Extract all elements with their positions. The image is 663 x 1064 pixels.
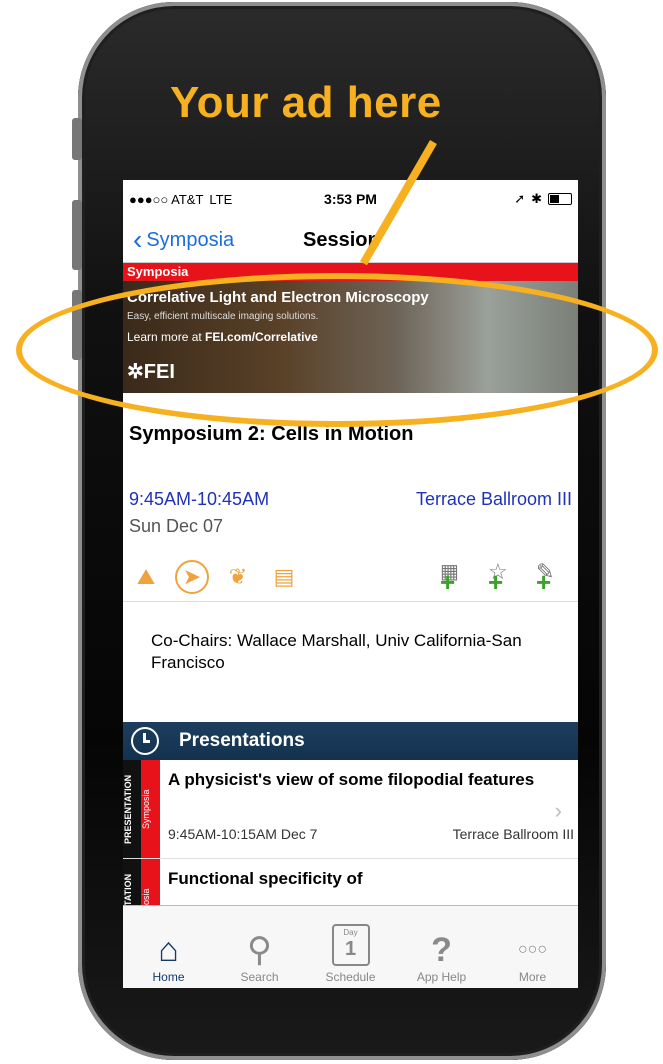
home-icon: ⌂	[158, 931, 179, 969]
clock-icon	[131, 727, 159, 755]
help-icon: ?	[431, 931, 452, 969]
silent-switch	[72, 118, 82, 160]
add-to-schedule-icon[interactable]: ▦ +	[440, 559, 476, 595]
calendar-icon: Day 1	[331, 924, 370, 966]
list-item[interactable]: PRESENTATION Symposia A physicist's view…	[123, 760, 578, 859]
presentations-header: Presentations	[123, 722, 578, 760]
presentation-title: A physicist's view of some filopodial fe…	[168, 770, 535, 789]
add-note-icon[interactable]: ✎ +	[536, 559, 572, 595]
tab-label: Search	[240, 970, 279, 984]
speakers-icon[interactable]: ❦	[221, 560, 255, 594]
action-icons: ⛰ ➤ ❦ ▤ ▦ + ☆ + ✎ +	[123, 537, 578, 602]
battery-icon	[548, 193, 572, 205]
tab-label: Schedule	[325, 970, 376, 984]
tab-label: App Help	[416, 970, 467, 984]
volume-up-button	[72, 200, 82, 270]
calendar-day-number: 1	[344, 938, 357, 960]
presentation-title: Functional specificity of	[168, 869, 363, 888]
tab-schedule[interactable]: Day 1 Schedule	[305, 906, 396, 988]
presentation-room: Terrace Ballroom III	[452, 826, 574, 842]
session-time-row: 9:45AM-10:45AM Terrace Ballroom III	[123, 459, 578, 510]
navigation-bar: ‹ Symposia Session	[123, 218, 578, 263]
presentation-time: 9:45AM-10:15AM Dec 7	[168, 826, 318, 842]
presentation-category-tag: Symposia	[141, 760, 160, 858]
tab-label: Home	[152, 970, 185, 984]
clock-time: 3:53 PM	[324, 191, 377, 207]
tab-search[interactable]: ⚲ Search	[214, 906, 305, 988]
presentation-type-tag: PRESENTATION	[123, 760, 141, 858]
back-button[interactable]: ‹ Symposia	[133, 226, 234, 254]
calendar-day-label: Day	[343, 928, 358, 937]
tab-home[interactable]: ⌂ Home	[123, 906, 214, 988]
more-icon: ○○○	[518, 941, 547, 958]
navigate-icon[interactable]: ➤	[175, 560, 209, 594]
map-icon[interactable]: ⛰	[129, 560, 163, 594]
ad-highlight-ellipse	[16, 273, 658, 427]
comment-icon[interactable]: ▤	[267, 560, 301, 594]
tab-app-help[interactable]: ? App Help	[396, 906, 487, 988]
status-bar: ●●●○○ AT&T LTE 3:53 PM ➚ ✱	[123, 180, 578, 218]
presentations-header-label: Presentations	[179, 730, 305, 751]
session-date: Sun Dec 07	[129, 516, 224, 536]
search-icon: ⚲	[247, 931, 272, 969]
ad-callout: Your ad here	[170, 78, 442, 127]
session-time: 9:45AM-10:45AM	[129, 489, 270, 509]
tab-label: More	[518, 970, 547, 984]
session-room[interactable]: Terrace Ballroom III	[416, 489, 572, 510]
tab-bar: ⌂ Home ⚲ Search Day 1 Schedule ? App Hel…	[123, 905, 578, 988]
tab-more[interactable]: ○○○ More	[487, 906, 578, 988]
chevron-right-icon: ›	[554, 798, 562, 823]
back-label: Symposia	[146, 228, 235, 251]
chevron-left-icon: ‹	[133, 224, 143, 255]
co-chairs: Co-Chairs: Wallace Marshall, Univ Califo…	[151, 631, 522, 672]
add-favorite-icon[interactable]: ☆ +	[488, 559, 524, 595]
